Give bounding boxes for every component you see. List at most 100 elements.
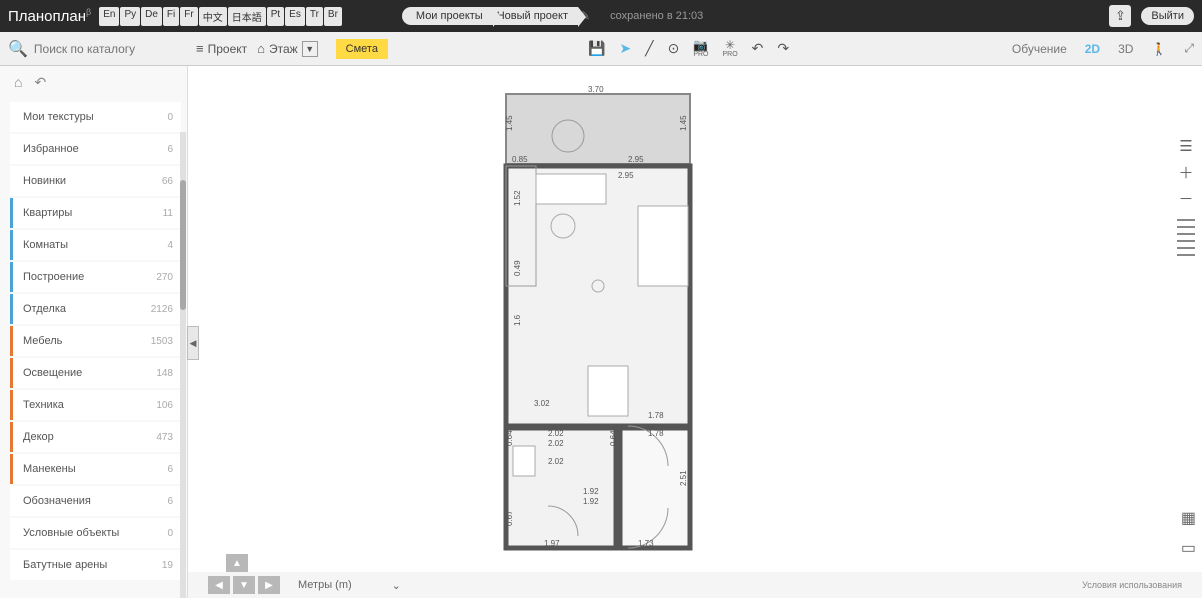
lang-en[interactable]: En — [99, 7, 119, 26]
category-count: 473 — [156, 432, 173, 443]
save-icon[interactable]: 💾 — [588, 40, 605, 57]
units-dropdown[interactable]: Метры (m)⌄ — [298, 579, 401, 592]
category-item[interactable]: Отделка 2126 — [10, 294, 181, 324]
lang-tr[interactable]: Tr — [306, 7, 323, 26]
view-2d-tab[interactable]: 2D — [1085, 42, 1100, 56]
category-item[interactable]: Манекены 6 — [10, 454, 181, 484]
back-icon[interactable]: ↶ — [34, 74, 46, 91]
svg-text:2.51: 2.51 — [679, 470, 688, 486]
zoom-slider[interactable] — [1176, 218, 1196, 257]
category-count: 1503 — [151, 336, 173, 347]
zoom-out-icon[interactable]: － — [1176, 188, 1196, 208]
svg-text:1.97: 1.97 — [544, 539, 560, 548]
light-pro-icon[interactable]: ✳PRO — [722, 39, 737, 58]
nav-down-button[interactable]: ▼ — [233, 576, 255, 594]
svg-text:1.78: 1.78 — [648, 411, 664, 420]
category-label: Условные объекты — [23, 527, 119, 539]
category-label: Отделка — [23, 303, 66, 315]
category-count: 2126 — [151, 304, 173, 315]
category-item[interactable]: Освещение148 — [10, 358, 181, 388]
lang-ru[interactable]: Ру — [120, 7, 140, 26]
top-bar: Планопланβ En Ру De Fi Fr 中文 日本語 Pt Es T… — [0, 0, 1202, 32]
category-item[interactable]: Новинки66 — [10, 166, 181, 196]
nav-left-button[interactable]: ◀ — [208, 576, 230, 594]
pointer-icon[interactable]: ➤ — [619, 40, 631, 57]
category-item[interactable]: Комнаты 4 — [10, 230, 181, 260]
lang-fi[interactable]: Fi — [163, 7, 179, 26]
category-label: Мои текстуры — [23, 111, 94, 123]
training-link[interactable]: Обучение — [1012, 42, 1067, 56]
category-count: 4 — [167, 240, 173, 251]
category-item[interactable]: Техника106 — [10, 390, 181, 420]
camera-pro-icon[interactable]: 📷PRO — [693, 39, 708, 58]
lang-br[interactable]: Br — [324, 7, 342, 26]
svg-text:1.52: 1.52 — [513, 190, 522, 206]
sidebar-scrollbar[interactable] — [180, 132, 186, 598]
share-icon[interactable]: ⇪ — [1109, 5, 1131, 27]
svg-text:1.73: 1.73 — [638, 539, 654, 548]
svg-text:2.02: 2.02 — [548, 429, 564, 438]
category-item[interactable]: Мебель 1503 — [10, 326, 181, 356]
canvas[interactable]: ◀ 3.70 1.45 1.45 0.85 — [188, 66, 1202, 598]
lang-es[interactable]: Es — [285, 7, 305, 26]
grid-icon[interactable]: ▦ — [1181, 508, 1196, 528]
breadcrumb: Мои проекты Новый проект ✎ — [402, 7, 590, 25]
svg-text:1.45: 1.45 — [679, 115, 688, 131]
lang-pt[interactable]: Pt — [267, 7, 284, 26]
category-item[interactable]: Избранное6 — [10, 134, 181, 164]
category-count: 6 — [167, 464, 173, 475]
svg-text:0.49: 0.49 — [513, 260, 522, 276]
svg-text:0.64: 0.64 — [505, 430, 514, 446]
category-item[interactable]: Декор473 — [10, 422, 181, 452]
category-label: Комнаты — [23, 239, 68, 251]
fullscreen-icon[interactable]: ⤢ — [1184, 41, 1194, 56]
sidebar-collapse-icon[interactable]: ◀ — [187, 326, 199, 360]
terms-link[interactable]: Условия использования — [1082, 580, 1182, 590]
undo-icon[interactable]: ↶ — [752, 40, 764, 57]
canvas-tools: 💾 ➤ ╱ ⊙ 📷PRO ✳PRO ↶ ↷ — [588, 39, 789, 58]
category-item[interactable]: Квартиры11 — [10, 198, 181, 228]
layers-icon[interactable]: ☰ — [1176, 136, 1196, 156]
ruler-icon[interactable]: ▭ — [1181, 538, 1196, 558]
svg-text:1.45: 1.45 — [505, 115, 514, 131]
category-label: Манекены — [23, 463, 76, 475]
logout-button[interactable]: Выйти — [1141, 7, 1194, 25]
hamburger-icon: ≡ — [196, 41, 204, 56]
category-item[interactable]: Построение270 — [10, 262, 181, 292]
app-logo: Планопланβ — [8, 7, 91, 25]
line-tool-icon[interactable]: ╱ — [645, 40, 653, 57]
svg-text:1.78: 1.78 — [648, 429, 664, 438]
category-count: 19 — [162, 560, 173, 571]
svg-text:3.70: 3.70 — [588, 86, 604, 94]
magnet-icon[interactable]: ⊙ — [668, 40, 680, 57]
breadcrumb-projects[interactable]: Мои проекты — [402, 7, 493, 25]
estimate-button[interactable]: Смета — [336, 39, 388, 59]
category-label: Мебель — [23, 335, 62, 347]
lang-fr[interactable]: Fr — [180, 7, 197, 26]
lang-de[interactable]: De — [141, 7, 162, 26]
lang-ja[interactable]: 日本語 — [228, 7, 266, 26]
svg-text:0.67: 0.67 — [505, 510, 514, 526]
category-item[interactable]: Условные объекты0 — [10, 518, 181, 548]
category-item[interactable]: Обозначения6 — [10, 486, 181, 516]
category-count: 6 — [167, 496, 173, 507]
redo-icon[interactable]: ↷ — [777, 40, 789, 57]
home-icon[interactable]: ⌂ — [14, 74, 22, 90]
nav-up-button[interactable]: ▲ — [226, 554, 248, 572]
svg-text:0.64: 0.64 — [609, 430, 618, 446]
project-menu[interactable]: ≡Проект — [196, 41, 247, 56]
lang-zh[interactable]: 中文 — [199, 7, 227, 26]
floor-menu[interactable]: ⌂Этаж▼ — [257, 41, 318, 57]
floorplan[interactable]: 3.70 1.45 1.45 0.85 2.95 2.95 1.52 0.49 … — [498, 86, 698, 556]
view-3d-tab[interactable]: 3D — [1118, 42, 1133, 56]
category-item[interactable]: Батутные арены19 — [10, 550, 181, 580]
sidebar: ⌂ ↶ Мои текстуры0Избранное6Новинки66Квар… — [0, 66, 188, 598]
walk-icon[interactable]: 🚶 — [1151, 42, 1166, 56]
category-item[interactable]: Мои текстуры0 — [10, 102, 181, 132]
category-count: 11 — [163, 208, 173, 219]
category-list: Мои текстуры0Избранное6Новинки66Квартиры… — [0, 98, 187, 598]
category-count: 106 — [156, 400, 173, 411]
nav-right-button[interactable]: ▶ — [258, 576, 280, 594]
search-input[interactable] — [34, 42, 174, 56]
zoom-in-icon[interactable]: ＋ — [1176, 162, 1196, 182]
